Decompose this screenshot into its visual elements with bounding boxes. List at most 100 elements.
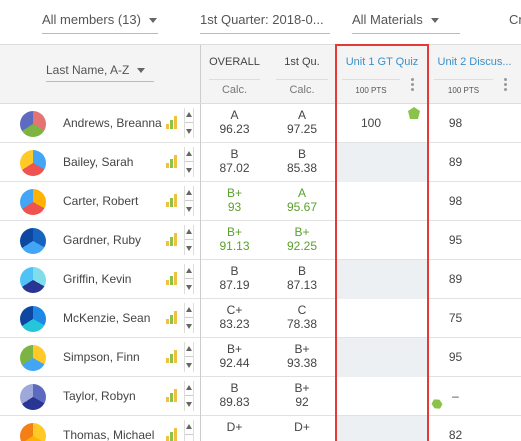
avatar[interactable]	[20, 228, 46, 254]
student-name-link[interactable]: Bailey, Sarah	[63, 155, 133, 169]
quarter-grade-cell[interactable]: D+	[268, 416, 336, 441]
quarter-grade-cell[interactable]: B+ 92	[268, 377, 336, 416]
row-reorder-stepper[interactable]	[184, 225, 194, 255]
chevron-up-icon[interactable]	[186, 346, 192, 351]
unit2-score-cell[interactable]: 95	[428, 221, 521, 260]
quarter-grade-cell[interactable]: B 87.13	[268, 260, 336, 299]
avatar[interactable]	[20, 345, 46, 371]
chevron-down-icon[interactable]	[186, 402, 192, 407]
row-reorder-stepper[interactable]	[184, 381, 194, 411]
avatar[interactable]	[20, 306, 46, 332]
overall-grade-cell[interactable]: B+ 92.44	[200, 338, 268, 377]
quarter-filter-dropdown[interactable]: 1st Quarter: 2018-0...	[200, 10, 330, 34]
overall-column-header[interactable]: OVERALL Calc.	[200, 45, 268, 103]
chevron-up-icon[interactable]	[186, 307, 192, 312]
unit1-title-link[interactable]: Unit 1 GT Quiz	[336, 56, 428, 68]
chevron-up-icon[interactable]	[186, 190, 192, 195]
student-name-link[interactable]: McKenzie, Sean	[63, 311, 150, 325]
chevron-down-icon[interactable]	[186, 207, 192, 212]
quarter-grade-cell[interactable]: A 95.67	[268, 182, 336, 221]
unit1-score-cell[interactable]	[336, 299, 428, 338]
student-name-link[interactable]: Andrews, Breanna	[63, 116, 162, 130]
overall-grade-cell[interactable]: B 87.19	[200, 260, 268, 299]
bar-chart-icon[interactable]	[166, 389, 178, 402]
chevron-up-icon[interactable]	[186, 424, 192, 429]
unit1-score-cell[interactable]	[336, 221, 428, 260]
kebab-menu-icon[interactable]	[411, 78, 414, 92]
unit2-score-cell[interactable]: –	[428, 377, 521, 416]
student-name-link[interactable]: Taylor, Robyn	[63, 389, 136, 403]
bar-chart-icon[interactable]	[166, 272, 178, 285]
unit1-score-cell[interactable]	[336, 143, 428, 182]
row-reorder-stepper[interactable]	[184, 108, 194, 138]
unit2-score-cell[interactable]: 82	[428, 416, 521, 441]
chevron-down-icon[interactable]	[186, 246, 192, 251]
row-reorder-stepper[interactable]	[184, 264, 194, 294]
quarter-grade-cell[interactable]: B+ 92.25	[268, 221, 336, 260]
chevron-up-icon[interactable]	[186, 229, 192, 234]
row-reorder-stepper[interactable]	[184, 186, 194, 216]
avatar[interactable]	[20, 384, 46, 410]
quarter-grade-cell[interactable]: B 85.38	[268, 143, 336, 182]
bar-chart-icon[interactable]	[166, 350, 178, 363]
unit2-title-link[interactable]: Unit 2 Discus...	[428, 56, 521, 68]
avatar[interactable]	[20, 267, 46, 293]
bar-chart-icon[interactable]	[166, 116, 178, 129]
unit1-score-cell[interactable]	[336, 416, 428, 441]
unit2-score-cell[interactable]: 89	[428, 260, 521, 299]
student-name-link[interactable]: Thomas, Michael	[63, 428, 154, 441]
unit1-score-cell[interactable]	[336, 182, 428, 221]
unit1-score-cell[interactable]	[336, 260, 428, 299]
chevron-down-icon[interactable]	[186, 363, 192, 368]
quarter-grade-cell[interactable]: A 97.25	[268, 104, 336, 143]
chevron-up-icon[interactable]	[186, 112, 192, 117]
row-reorder-stepper[interactable]	[184, 342, 194, 372]
row-reorder-stepper[interactable]	[184, 147, 194, 177]
unit2-score-cell[interactable]: 75	[428, 299, 521, 338]
unit1-score-cell[interactable]	[336, 338, 428, 377]
sort-dropdown[interactable]: Last Name, A-Z	[46, 63, 154, 82]
student-name-link[interactable]: Simpson, Finn	[63, 350, 140, 364]
row-reorder-stepper[interactable]	[184, 303, 194, 333]
chevron-up-icon[interactable]	[186, 385, 192, 390]
extra-filter-dropdown[interactable]: Cr	[509, 10, 521, 34]
avatar[interactable]	[20, 111, 46, 137]
chevron-down-icon[interactable]	[186, 324, 192, 329]
quarter-grade-cell[interactable]: B+ 93.38	[268, 338, 336, 377]
quarter-grade-cell[interactable]: C 78.38	[268, 299, 336, 338]
avatar[interactable]	[20, 423, 46, 441]
overall-grade-cell[interactable]: D+	[200, 416, 268, 441]
overall-grade-cell[interactable]: C+ 83.23	[200, 299, 268, 338]
avatar[interactable]	[20, 189, 46, 215]
student-name-link[interactable]: Carter, Robert	[63, 194, 138, 208]
bar-chart-icon[interactable]	[166, 311, 178, 324]
chevron-down-icon[interactable]	[186, 168, 192, 173]
overall-grade-cell[interactable]: A 96.23	[200, 104, 268, 143]
quarter-column-header[interactable]: 1st Qu. Calc.	[268, 45, 336, 103]
bar-chart-icon[interactable]	[166, 155, 178, 168]
chevron-up-icon[interactable]	[186, 151, 192, 156]
unit2-score-cell[interactable]: 95	[428, 338, 521, 377]
overall-grade-cell[interactable]: B+ 93	[200, 182, 268, 221]
overall-grade-cell[interactable]: B+ 91.13	[200, 221, 268, 260]
bar-chart-icon[interactable]	[166, 194, 178, 207]
chevron-down-icon[interactable]	[186, 285, 192, 290]
materials-filter-dropdown[interactable]: All Materials	[352, 10, 460, 34]
unit2-score-cell[interactable]: 89	[428, 143, 521, 182]
chevron-up-icon[interactable]	[186, 268, 192, 273]
student-name-link[interactable]: Griffin, Kevin	[63, 272, 131, 286]
bar-chart-icon[interactable]	[166, 428, 178, 441]
overall-grade-cell[interactable]: B 89.83	[200, 377, 268, 416]
unit1-score-cell[interactable]	[336, 377, 428, 416]
chevron-down-icon[interactable]	[186, 129, 192, 134]
avatar[interactable]	[20, 150, 46, 176]
row-reorder-stepper[interactable]	[184, 420, 194, 441]
unit2-score-cell[interactable]: 98	[428, 182, 521, 221]
bar-chart-icon[interactable]	[166, 233, 178, 246]
overall-grade-cell[interactable]: B 87.02	[200, 143, 268, 182]
unit2-score-cell[interactable]: 98	[428, 104, 521, 143]
unit2-discussion-column-header[interactable]: Unit 2 Discus... 100 PTS	[428, 45, 521, 103]
student-name-link[interactable]: Gardner, Ruby	[63, 233, 141, 247]
unit1-quiz-column-header[interactable]: Unit 1 GT Quiz 100 PTS	[336, 45, 428, 103]
kebab-menu-icon[interactable]	[504, 78, 507, 92]
